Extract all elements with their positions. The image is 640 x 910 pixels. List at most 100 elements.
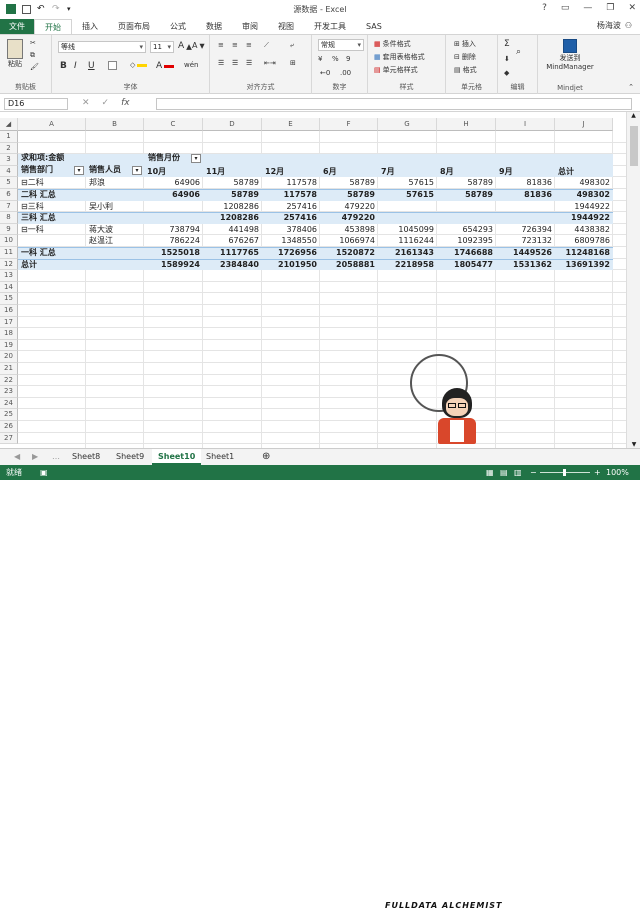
pivot-dept-cell[interactable]: 二科 汇总 [20,190,57,200]
pivot-value-cell[interactable]: 1589924 [144,260,201,270]
align-left-icon[interactable]: ☰ [218,59,224,67]
pivot-value-cell[interactable]: 1944922 [555,213,611,223]
cut-icon[interactable]: ✂ [30,39,36,47]
pivot-value-cell[interactable]: 1066974 [320,236,376,246]
month-header[interactable]: 12月 [264,167,285,177]
column-filter-dropdown-icon[interactable]: ▾ [191,154,201,163]
insert-cells-button[interactable]: ⊞ 插入 [454,39,476,49]
sheet-tab-sheet8[interactable]: Sheet8 [66,449,106,465]
cancel-icon[interactable]: ✕ [82,98,90,108]
decrease-font-icon[interactable]: A ▼ [192,41,205,50]
vertical-scrollbar[interactable]: ▲ ▼ [626,112,640,448]
pivot-row-field-dept[interactable]: 销售部门 [20,165,54,175]
user-account[interactable]: 杨海波 ⚇ [597,20,632,31]
column-header[interactable]: J [555,118,613,131]
enter-icon[interactable]: ✓ [102,98,110,108]
copy-icon[interactable]: ⧉ [30,51,35,60]
select-all-corner[interactable]: ◢ [0,118,18,131]
column-header[interactable]: H [437,118,496,131]
collapse-ribbon-icon[interactable]: ⌃ [628,83,634,91]
month-header[interactable]: 9月 [498,167,514,177]
pivot-value-cell[interactable]: 498302 [555,178,611,188]
row-header[interactable]: 8 [0,212,18,224]
clear-icon[interactable]: ◆ [504,69,509,77]
month-header[interactable]: 总计 [557,167,575,177]
row-header[interactable]: 4 [0,165,18,178]
row-header[interactable]: 21 [0,363,18,375]
column-header[interactable]: E [262,118,320,131]
column-header[interactable]: G [378,118,437,131]
pivot-row-field-person[interactable]: 销售人员 [88,165,122,175]
pivot-value-cell[interactable]: 1520872 [320,248,376,258]
pivot-person-cell[interactable]: 赵温江 [88,236,114,246]
format-painter-icon[interactable]: 🖌 [30,63,39,71]
tab-page-layout[interactable]: 页面布局 [108,19,160,34]
underline-button[interactable]: U [88,61,95,71]
month-header[interactable]: 10月 [146,167,167,177]
number-format-select[interactable]: 常规 [318,39,364,51]
cell-styles-button[interactable]: ▤ 单元格样式 [374,65,418,75]
row-header[interactable]: 5 [0,177,18,189]
font-color-icon[interactable]: A [156,61,175,71]
pivot-value-cell[interactable]: 441498 [203,225,260,235]
row-header[interactable]: 6 [0,189,18,201]
pivot-value-cell[interactable]: 64906 [144,178,201,188]
pivot-value-cell[interactable]: 786224 [144,236,201,246]
merge-center-icon[interactable]: ⊞ [290,59,296,67]
delete-cells-button[interactable]: ⊟ 删除 [454,52,476,62]
pivot-person-cell[interactable]: 吴小利 [88,202,114,212]
phonetic-icon[interactable]: wén [184,61,198,69]
ribbon-display-icon[interactable]: ▭ [561,3,570,13]
macro-record-icon[interactable]: ▣ [40,465,48,480]
tab-formulas[interactable]: 公式 [160,19,196,34]
tab-review[interactable]: 审阅 [232,19,268,34]
month-header[interactable]: 8月 [439,167,455,177]
pivot-value-cell[interactable]: 1208286 [203,202,260,212]
row-header[interactable]: 1 [0,131,18,143]
tab-view[interactable]: 视图 [268,19,304,34]
conditional-format-button[interactable]: ▦ 条件格式 [374,39,411,49]
pivot-value-cell[interactable]: 64906 [144,190,201,200]
new-sheet-icon[interactable]: ⊕ [256,449,276,465]
tab-data[interactable]: 数据 [196,19,232,34]
comma-button[interactable]: 9 [346,55,350,63]
send-to-mindmanager-button[interactable]: 发送到 MindManager [540,39,600,71]
scroll-up-icon[interactable]: ▲ [627,112,640,119]
pivot-value-cell[interactable]: 58789 [320,178,376,188]
row-header[interactable]: 26 [0,421,18,433]
row-header[interactable]: 7 [0,200,18,213]
pivot-value-cell[interactable]: 57615 [378,178,435,188]
pivot-value-cell[interactable]: 654293 [437,225,494,235]
pivot-value-cell[interactable]: 1746688 [437,248,494,258]
align-bottom-icon[interactable]: ≡ [246,41,252,49]
font-size-select[interactable]: 11 [150,41,174,53]
pivot-value-cell[interactable]: 257416 [262,202,318,212]
paste-button[interactable]: 粘贴 [6,39,24,69]
column-header[interactable]: D [203,118,262,131]
pivot-value-cell[interactable]: 479220 [320,213,376,223]
increase-font-icon[interactable]: A ▲ [178,41,192,51]
orientation-icon[interactable]: ⟋ [264,41,269,50]
month-header[interactable]: 7月 [380,167,396,177]
zoom-in-icon[interactable]: + [594,465,601,480]
pivot-value-cell[interactable]: 498302 [555,190,611,200]
bold-button[interactable]: B [60,61,67,71]
pivot-value-cell[interactable]: 58789 [437,190,494,200]
pivot-value-cell[interactable]: 58789 [203,190,260,200]
pivot-value-cell[interactable]: 1117765 [203,248,260,258]
border-icon[interactable] [108,61,117,70]
pivot-dept-cell[interactable]: ⊟二科 [20,178,45,188]
row-header[interactable]: 16 [0,305,18,317]
row-header[interactable]: 18 [0,328,18,340]
indent-icon[interactable]: ⇤⇥ [264,59,276,67]
row-header[interactable]: 10 [0,235,18,247]
pivot-column-field[interactable]: 销售月份 [147,153,181,163]
pivot-value-cell[interactable]: 1045099 [378,225,435,235]
zoom-slider-thumb[interactable] [563,469,566,476]
pivot-value-cell[interactable]: 1449526 [496,248,553,258]
page-layout-view-icon[interactable]: ▤ [500,465,508,480]
column-header[interactable]: C [144,118,203,131]
insert-function-icon[interactable]: fx [121,98,130,108]
pivot-value-cell[interactable]: 4438382 [555,225,611,235]
pivot-value-cell[interactable]: 1092395 [437,236,494,246]
